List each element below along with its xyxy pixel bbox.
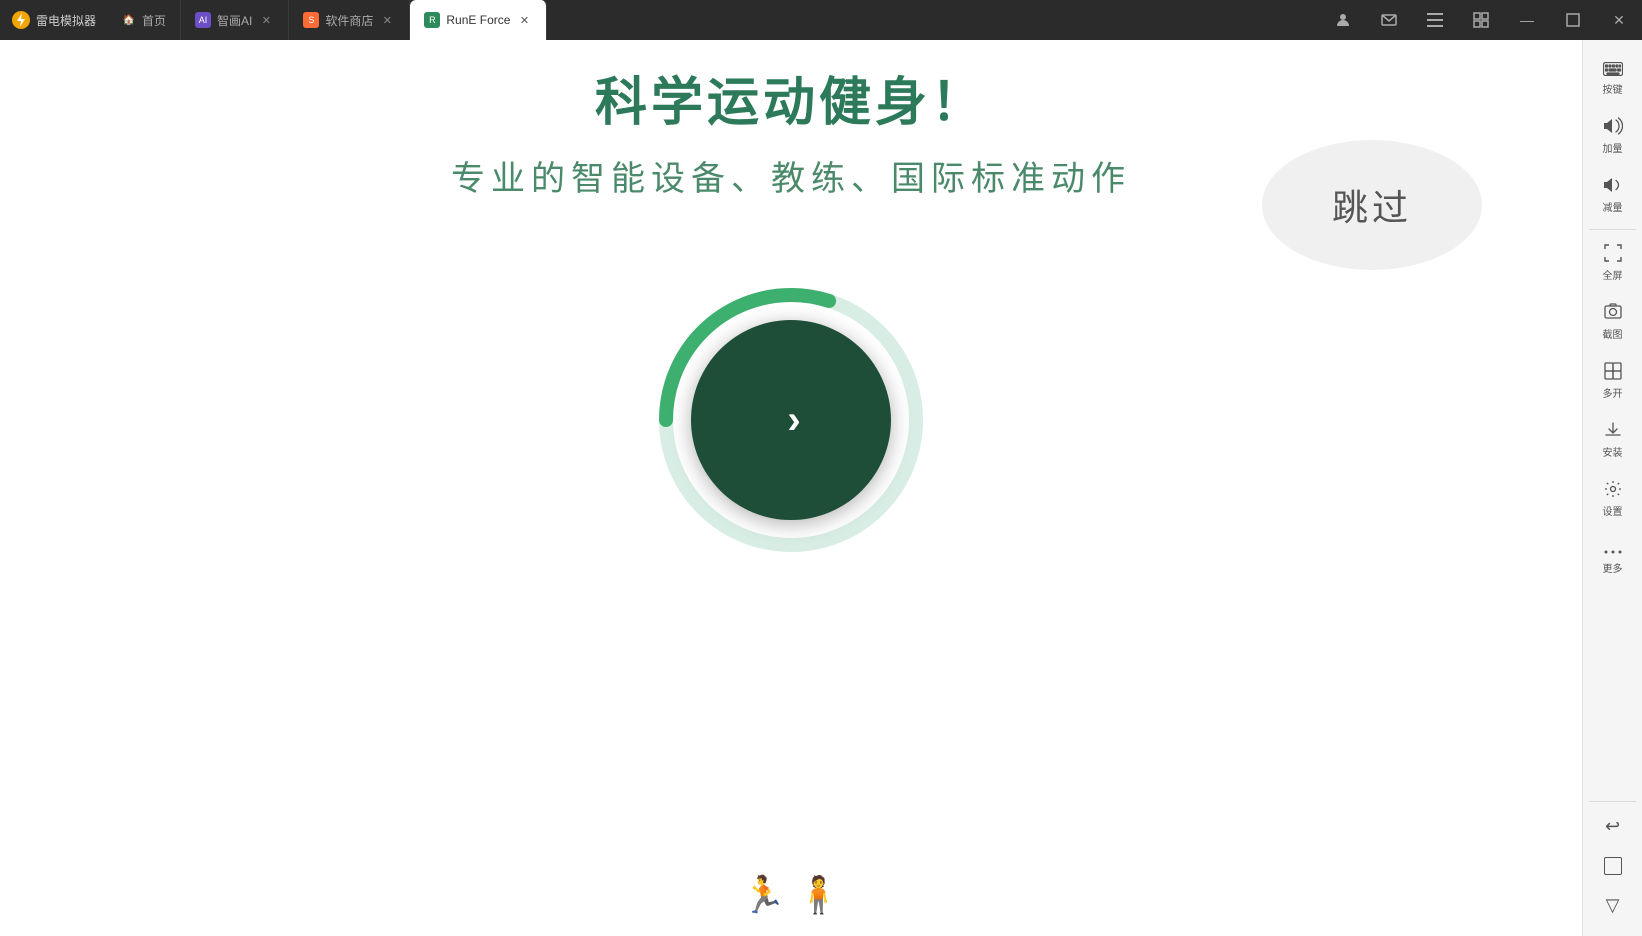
more-icon bbox=[1604, 539, 1622, 560]
settings-label: 设置 bbox=[1603, 507, 1623, 519]
home-tab-label: 首页 bbox=[142, 12, 166, 29]
grid-button[interactable] bbox=[1458, 0, 1504, 40]
titlebar-left: 雷电模拟器 🏠 首页 AI 智画AI ✕ S 软件商店 ✕ R RunE For… bbox=[0, 0, 547, 40]
store-tab-label: 软件商店 bbox=[325, 12, 373, 29]
ai-tab-label: 智画AI bbox=[217, 12, 252, 29]
sidebar-item-volume-up[interactable]: 加量 bbox=[1583, 107, 1642, 166]
main-title: 科学运动健身！ bbox=[0, 60, 1582, 135]
store-tab-close[interactable]: ✕ bbox=[379, 12, 395, 28]
menu-button[interactable] bbox=[1412, 0, 1458, 40]
app-name-label: 雷电模拟器 bbox=[36, 12, 96, 29]
tab-home[interactable]: 🏠 首页 bbox=[108, 0, 181, 40]
right-sidebar: 按键 加量 减量 全屏 截图 bbox=[1582, 40, 1642, 936]
sidebar-divider-bottom bbox=[1589, 801, 1636, 802]
user-button[interactable] bbox=[1320, 0, 1366, 40]
sidebar-divider-1 bbox=[1589, 229, 1636, 230]
recent-icon: ▽ bbox=[1606, 895, 1620, 916]
multi-label: 多开 bbox=[1603, 389, 1623, 401]
ai-tab-close[interactable]: ✕ bbox=[258, 12, 274, 28]
sidebar-item-more[interactable]: 更多 bbox=[1583, 529, 1642, 586]
titlebar: 雷电模拟器 🏠 首页 AI 智画AI ✕ S 软件商店 ✕ R RunE For… bbox=[0, 0, 1642, 40]
more-label: 更多 bbox=[1603, 564, 1623, 576]
sidebar-item-multi[interactable]: 多开 bbox=[1583, 352, 1642, 411]
maximize-button[interactable] bbox=[1550, 0, 1596, 40]
chevron-right-icon: › bbox=[787, 400, 800, 440]
keyboard-label: 按键 bbox=[1603, 85, 1623, 97]
rune-tab-icon: R bbox=[424, 12, 440, 28]
volume-down-label: 减量 bbox=[1603, 203, 1623, 215]
install-label: 安装 bbox=[1603, 448, 1623, 460]
main-wrapper: 科学运动健身！ 专业的智能设备、教练、国际标准动作 跳过 › bbox=[0, 40, 1642, 936]
volume-down-icon bbox=[1603, 176, 1623, 199]
sidebar-recent-button[interactable]: ▽ bbox=[1583, 885, 1642, 926]
tab-store[interactable]: S 软件商店 ✕ bbox=[289, 0, 410, 40]
tab-ai[interactable]: AI 智画AI ✕ bbox=[181, 0, 289, 40]
ai-tab-icon: AI bbox=[195, 12, 211, 28]
sidebar-item-volume-down[interactable]: 减量 bbox=[1583, 166, 1642, 225]
keyboard-icon bbox=[1603, 60, 1623, 81]
app-content: 科学运动健身！ 专业的智能设备、教练、国际标准动作 跳过 › bbox=[0, 40, 1582, 936]
volume-up-icon bbox=[1603, 117, 1623, 140]
sidebar-item-settings[interactable]: 设置 bbox=[1583, 470, 1642, 529]
progress-circle-area: › bbox=[651, 280, 931, 560]
screenshot-icon bbox=[1604, 303, 1622, 326]
rune-tab-label: RunE Force bbox=[446, 13, 510, 27]
sidebar-item-install[interactable]: 安装 bbox=[1583, 411, 1642, 470]
sidebar-bottom: ↩ ▽ bbox=[1583, 797, 1642, 926]
settings-icon bbox=[1604, 480, 1622, 503]
home-icon bbox=[1604, 857, 1622, 875]
sidebar-back-button[interactable]: ↩ bbox=[1583, 806, 1642, 847]
titlebar-controls: — ✕ bbox=[1320, 0, 1642, 40]
fullscreen-label: 全屏 bbox=[1603, 271, 1623, 283]
tab-rune[interactable]: R RunE Force ✕ bbox=[410, 0, 547, 40]
sidebar-home-button[interactable] bbox=[1583, 847, 1642, 885]
store-tab-icon: S bbox=[303, 12, 319, 28]
app-logo[interactable]: 雷电模拟器 bbox=[0, 0, 108, 40]
skip-button[interactable]: 跳过 bbox=[1262, 140, 1482, 270]
bottom-figures: 🏃 🧍 bbox=[741, 874, 841, 916]
next-button[interactable]: › bbox=[691, 320, 891, 520]
install-icon bbox=[1604, 421, 1622, 444]
sidebar-item-screenshot[interactable]: 截图 bbox=[1583, 293, 1642, 352]
skip-button-label: 跳过 bbox=[1332, 179, 1412, 231]
multi-icon bbox=[1604, 362, 1622, 385]
back-icon: ↩ bbox=[1605, 816, 1620, 837]
fullscreen-icon bbox=[1604, 244, 1622, 267]
close-button[interactable]: ✕ bbox=[1596, 0, 1642, 40]
app-logo-icon bbox=[12, 11, 30, 29]
sidebar-item-fullscreen[interactable]: 全屏 bbox=[1583, 234, 1642, 293]
figure-1: 🏃 bbox=[741, 874, 786, 916]
volume-up-label: 加量 bbox=[1603, 144, 1623, 156]
minimize-button[interactable]: — bbox=[1504, 0, 1550, 40]
mail-button[interactable] bbox=[1366, 0, 1412, 40]
rune-tab-close[interactable]: ✕ bbox=[516, 12, 532, 28]
progress-ring-container: › bbox=[651, 280, 931, 560]
sidebar-item-keyboard[interactable]: 按键 bbox=[1583, 50, 1642, 107]
screenshot-label: 截图 bbox=[1603, 330, 1623, 342]
figure-2: 🧍 bbox=[796, 874, 841, 916]
home-tab-icon: 🏠 bbox=[122, 13, 136, 27]
